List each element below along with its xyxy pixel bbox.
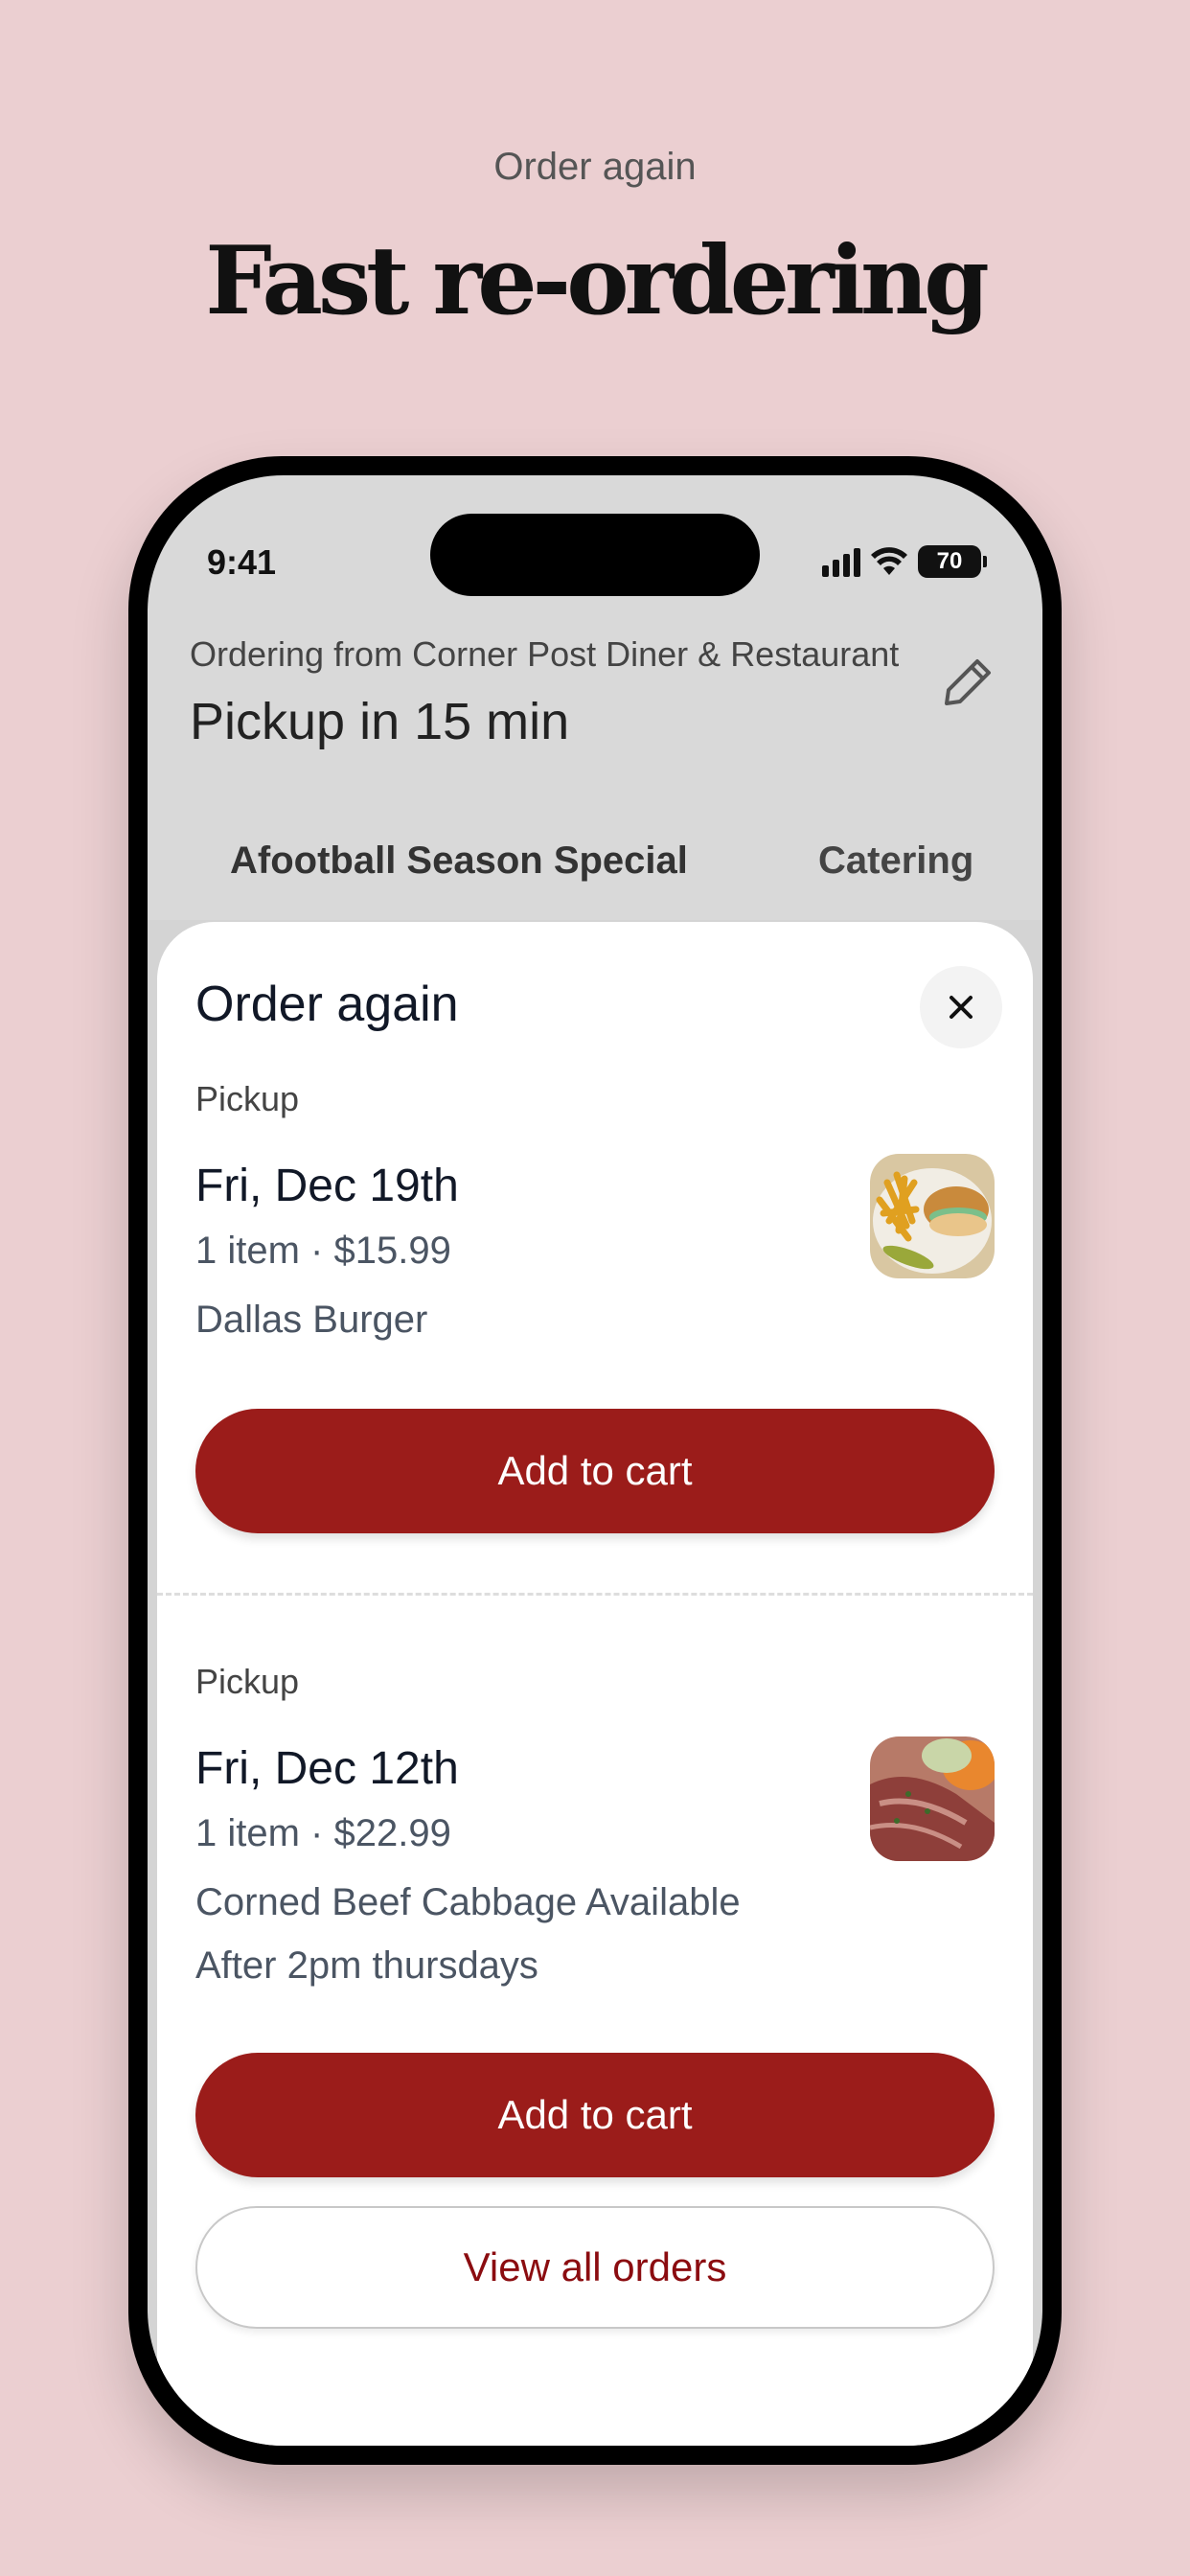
burger-and-fries-photo: [870, 1154, 995, 1278]
order-card: Pickup Fri, Dec 19th 1 item · $15.99 Dal…: [195, 1079, 995, 1351]
add-to-cart-button[interactable]: Add to cart: [195, 2053, 995, 2177]
pickup-time: Pickup in 15 min: [190, 693, 570, 750]
cellular-signal-icon: [822, 546, 860, 577]
marketing-eyebrow: Order again: [493, 146, 697, 188]
dynamic-island: [430, 514, 760, 596]
battery-cap: [983, 556, 987, 567]
pencil-icon[interactable]: [939, 654, 996, 711]
status-icons: 70: [822, 542, 987, 581]
order-type: Pickup: [195, 1662, 300, 1701]
marketing-headline: Fast re-ordering: [205, 226, 989, 336]
order-type: Pickup: [195, 1079, 300, 1118]
order-card: Pickup Fri, Dec 12th 1 item · $22.99 Cor…: [195, 1662, 995, 1997]
add-to-cart-button[interactable]: Add to cart: [195, 1409, 995, 1533]
sheet-title: Order again: [195, 977, 459, 1032]
tab-football-season-special[interactable]: Afootball Season Special: [230, 840, 688, 883]
order-again-sheet: Order again Pickup Fri, Dec 19th 1 item …: [157, 922, 1033, 2446]
battery-icon: 70: [918, 545, 981, 578]
order-divider: [157, 1593, 1033, 1596]
close-button[interactable]: [920, 966, 1002, 1048]
phone-frame: 9:41 70 Ordering from Corner Post Diner …: [128, 456, 1062, 2465]
tab-catering[interactable]: Catering: [818, 840, 973, 883]
phone-screen: 9:41 70 Ordering from Corner Post Diner …: [148, 475, 1042, 2446]
wifi-icon: [871, 547, 907, 575]
close-icon: [950, 996, 973, 1019]
order-item-name: Dallas Burger: [195, 1299, 428, 1341]
status-time: 9:41: [207, 542, 277, 582]
view-all-orders-button[interactable]: View all orders: [195, 2206, 995, 2329]
corned-beef-photo: [870, 1736, 995, 1861]
ordering-from-label: Ordering from Corner Post Diner & Restau…: [190, 634, 900, 674]
order-item-name: Corned Beef Cabbage Available After 2pm …: [195, 1881, 741, 1987]
